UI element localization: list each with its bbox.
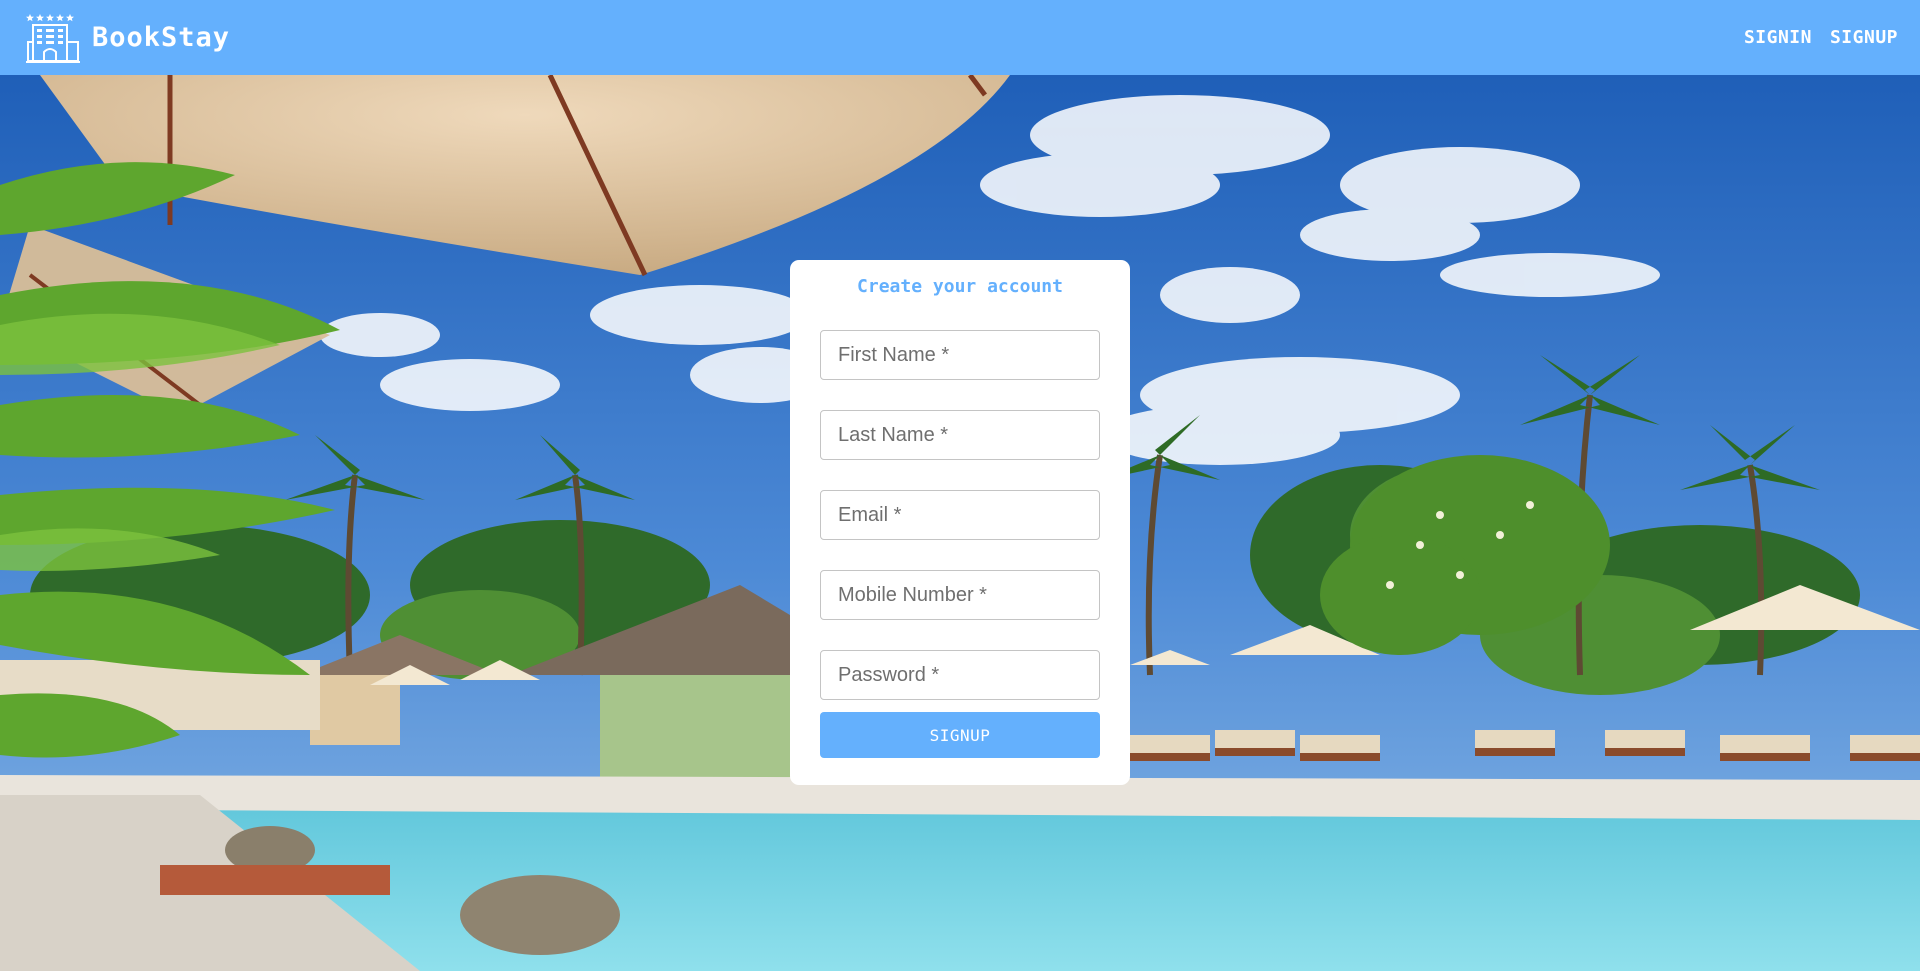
brand[interactable]: BookStay xyxy=(26,12,230,64)
signin-link[interactable]: SIGNIN xyxy=(1744,27,1812,48)
mobile-number-field[interactable] xyxy=(820,570,1100,620)
hotel-icon xyxy=(26,13,80,63)
signup-button[interactable]: SIGNUP xyxy=(820,712,1100,758)
signup-link[interactable]: SIGNUP xyxy=(1830,27,1898,48)
password-field[interactable] xyxy=(820,650,1100,700)
top-nav: SIGNIN SIGNUP xyxy=(1744,27,1898,48)
app-header: BookStay SIGNIN SIGNUP xyxy=(0,0,1920,75)
signup-card: Create your account SIGNUP xyxy=(790,260,1130,785)
brand-name: BookStay xyxy=(92,22,231,53)
last-name-field[interactable] xyxy=(820,410,1100,460)
form-title: Create your account xyxy=(857,276,1063,297)
email-field[interactable] xyxy=(820,490,1100,540)
first-name-field[interactable] xyxy=(820,330,1100,380)
